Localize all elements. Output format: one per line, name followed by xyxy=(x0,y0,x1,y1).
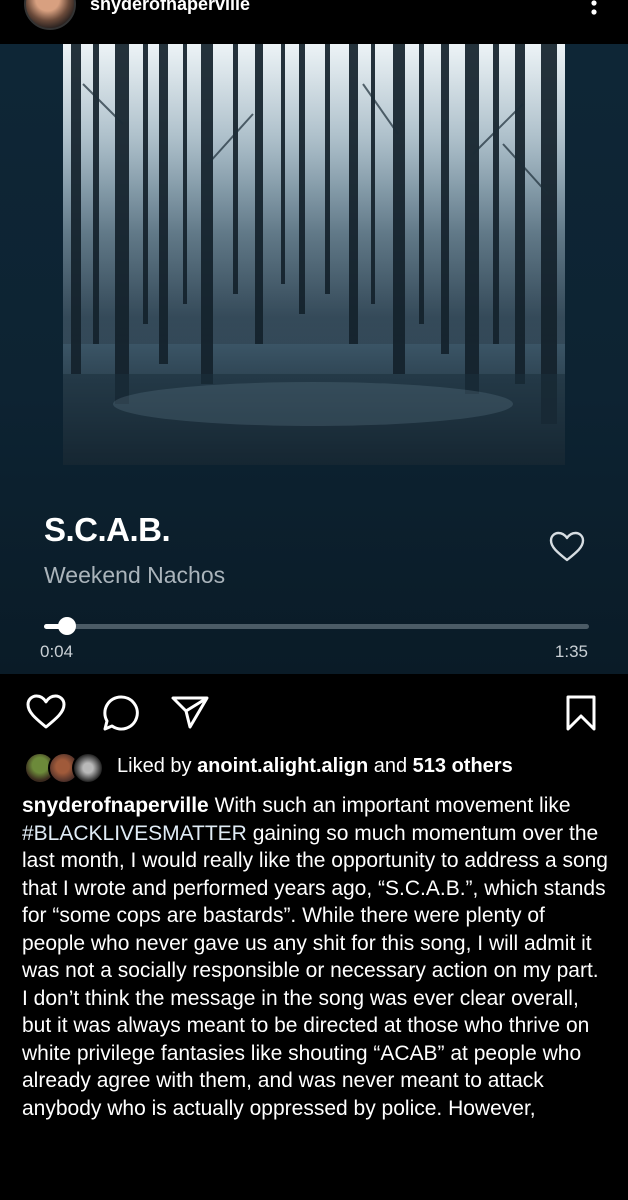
likes-row[interactable]: Liked by anoint.alight.align and 513 oth… xyxy=(24,752,604,784)
likes-prefix: Liked by xyxy=(117,755,198,777)
first-liker-link[interactable]: anoint.alight.align xyxy=(197,755,368,777)
caption-text-1: With such an important movement like xyxy=(208,794,571,817)
others-link[interactable]: 513 others xyxy=(413,755,513,777)
likes-summary: Liked by anoint.alight.align and 513 oth… xyxy=(117,755,513,778)
caption-text-2: gaining so much momentum over the last m… xyxy=(22,821,608,1120)
heart-outline-icon[interactable] xyxy=(26,694,66,730)
forest-artwork xyxy=(63,44,565,465)
hashtag-link[interactable]: #BLACKLIVESMATTER xyxy=(22,822,247,845)
music-player-card[interactable]: S.C.A.B. Weekend Nachos 0:04 1:35 xyxy=(0,44,628,674)
post-caption: snyderofnaperville With such an importan… xyxy=(22,792,610,1122)
heart-outline-icon[interactable] xyxy=(549,531,585,563)
likes-middle: and xyxy=(368,755,413,777)
vertical-dots-icon[interactable] xyxy=(586,0,602,20)
total-time: 1:35 xyxy=(554,642,588,661)
album-art xyxy=(63,44,565,465)
post-actions xyxy=(0,674,628,746)
instagram-post: snyderofnaperville S.C.A.B. Weekend Nach… xyxy=(0,0,628,1200)
avatar[interactable] xyxy=(72,752,104,784)
progress-bar[interactable] xyxy=(44,617,589,635)
caption-username[interactable]: snyderofnaperville xyxy=(22,794,209,817)
artist-name[interactable]: Weekend Nachos xyxy=(44,562,225,589)
post-username[interactable]: snyderofnaperville xyxy=(90,0,250,15)
bookmark-icon[interactable] xyxy=(563,694,599,732)
elapsed-time: 0:04 xyxy=(40,642,74,661)
post-header: snyderofnaperville xyxy=(0,0,628,44)
avatar[interactable] xyxy=(24,0,76,30)
comment-bubble-icon[interactable] xyxy=(102,694,140,732)
song-title: S.C.A.B. xyxy=(44,511,171,548)
progress-knob[interactable] xyxy=(57,617,76,635)
paper-plane-icon[interactable] xyxy=(170,694,210,730)
